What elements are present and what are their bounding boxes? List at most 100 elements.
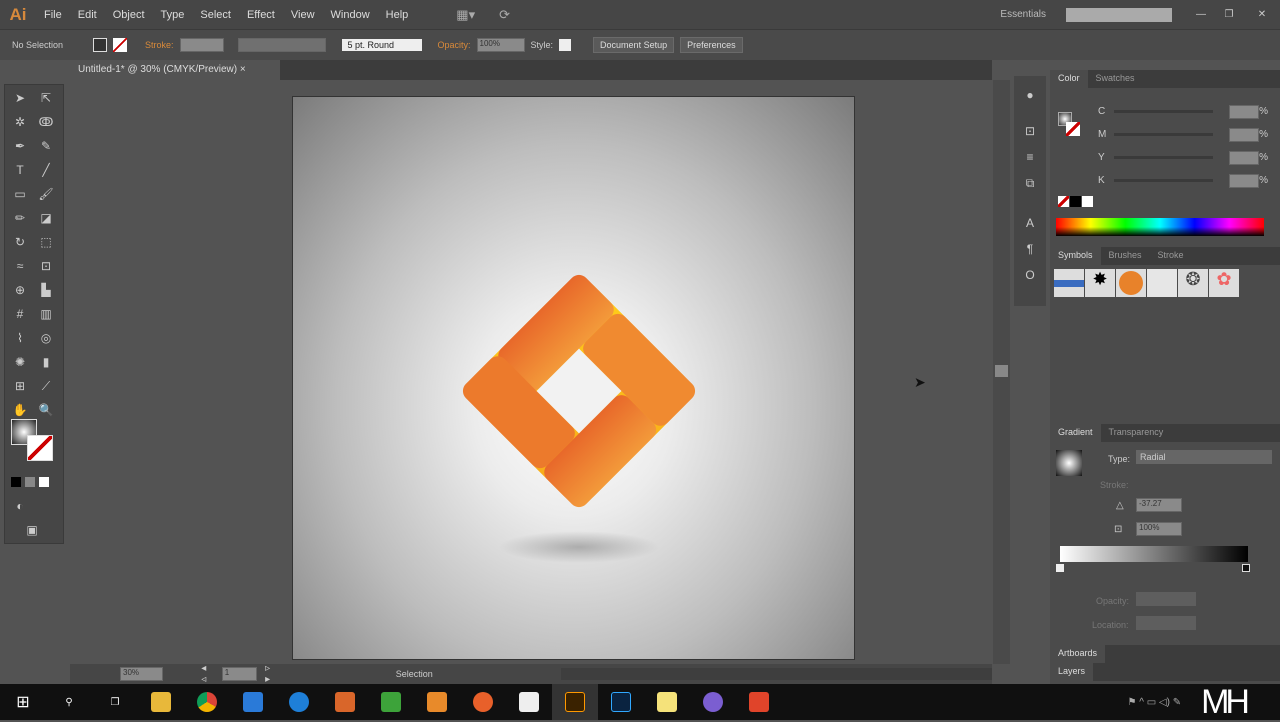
zoom-tool-icon[interactable]: 🔍 (37, 401, 55, 419)
search-input[interactable] (1066, 7, 1172, 22)
photoshop-icon[interactable] (598, 684, 644, 720)
paragraph-icon[interactable]: ¶ (1021, 240, 1039, 258)
menu-object[interactable]: Object (105, 9, 153, 21)
pencil-icon[interactable]: ✏ (11, 209, 29, 227)
tab-color[interactable]: Color (1050, 70, 1088, 88)
current-tool-status[interactable]: Selection (396, 669, 433, 679)
gradient-thumbnail[interactable] (1056, 450, 1082, 476)
pen-tool-icon[interactable]: ✒ (11, 137, 29, 155)
direct-selection-tool-icon[interactable]: ⇱ (37, 89, 55, 107)
stroke-weight-input[interactable] (179, 38, 224, 52)
symbol-blue-bar[interactable] (1054, 269, 1084, 297)
menu-edit[interactable]: Edit (70, 9, 105, 21)
eraser-icon[interactable]: ◪ (37, 209, 55, 227)
sticky-notes-icon[interactable] (644, 684, 690, 720)
vertical-scrollbar[interactable] (993, 80, 1010, 664)
pathfinder-icon[interactable]: ⧉ (1021, 174, 1039, 192)
curvature-icon[interactable]: ✎ (37, 137, 55, 155)
channel-c-input[interactable] (1229, 104, 1260, 119)
warp-icon[interactable]: ≈ (11, 257, 29, 275)
rectangle-tool-icon[interactable]: ▭ (11, 185, 29, 203)
stroke-color-swatch[interactable] (27, 435, 53, 461)
gradient-slider[interactable] (1060, 546, 1248, 562)
artboard-tool-icon[interactable]: ⊞ (11, 377, 29, 395)
tab-gradient[interactable]: Gradient (1050, 424, 1101, 442)
draw-mode-icon[interactable]: ◐ (11, 497, 29, 515)
document-setup-button[interactable]: Document Setup (593, 37, 675, 53)
channel-y-input[interactable] (1229, 150, 1260, 165)
app-icon-blue[interactable] (230, 684, 276, 720)
menu-type[interactable]: Type (153, 9, 193, 21)
logo-artwork[interactable] (293, 97, 856, 661)
menu-select[interactable]: Select (192, 9, 239, 21)
slice-icon[interactable]: ⟋ (37, 377, 55, 395)
opacity-input[interactable]: 100% (476, 38, 525, 52)
illustrator-taskbar-icon[interactable] (552, 684, 598, 720)
menu-window[interactable]: Window (323, 9, 378, 21)
graph-icon[interactable]: ▮ (37, 353, 55, 371)
symbol-sprayer-icon[interactable]: ✺ (11, 353, 29, 371)
hand-tool-icon[interactable]: ✋ (11, 401, 29, 419)
system-tray-icons[interactable]: ⚑ ^ ▭ ◁) ✎ (1127, 697, 1181, 708)
app-icon-orange[interactable] (322, 684, 368, 720)
close-tab-icon[interactable]: × (240, 64, 246, 75)
magic-wand-icon[interactable]: ✲ (11, 113, 29, 131)
document-tab[interactable]: Untitled-1* @ 30% (CMYK/Preview) × (70, 60, 280, 80)
symbol-splatter[interactable]: ✸ (1085, 269, 1115, 297)
viber-icon[interactable] (690, 684, 736, 720)
symbol-wreath[interactable]: ❂ (1178, 269, 1208, 297)
tab-stroke[interactable]: Stroke (1150, 247, 1192, 265)
color-mode-buttons[interactable] (11, 477, 55, 487)
gradient-type-select[interactable]: Radial (1136, 450, 1272, 464)
rotate-icon[interactable]: ↻ (11, 233, 29, 251)
gradient-tool-icon[interactable]: ▥ (37, 305, 55, 323)
menu-help[interactable]: Help (378, 9, 417, 21)
gradient-stop-white[interactable] (1056, 564, 1064, 572)
stroke-label[interactable]: Stroke: (145, 40, 174, 50)
character-icon[interactable]: A (1021, 214, 1039, 232)
variable-width-profile[interactable] (237, 38, 326, 52)
channel-c-slider[interactable] (1113, 110, 1214, 113)
tab-symbols[interactable]: Symbols (1050, 247, 1101, 265)
opacity-label[interactable]: Opacity: (438, 40, 471, 50)
stop-opacity-input[interactable] (1136, 592, 1196, 606)
restore-button[interactable]: ❐ (1214, 9, 1244, 20)
firefox-icon[interactable] (460, 684, 506, 720)
close-button[interactable]: ✕ (1244, 9, 1280, 20)
brush-definition[interactable]: 5 pt. Round (341, 39, 422, 51)
style-swatch[interactable] (559, 39, 572, 51)
stop-location-input[interactable] (1136, 616, 1196, 630)
align-icon[interactable]: ≡ (1021, 148, 1039, 166)
angle-input[interactable]: -37.27 (1136, 498, 1182, 512)
color-spectrum[interactable] (1056, 218, 1264, 236)
type-tool-icon[interactable]: T (11, 161, 29, 179)
artboard-nav-prev[interactable]: ◂ ◃ (201, 663, 214, 685)
menu-effect[interactable]: Effect (239, 9, 283, 21)
tab-transparency[interactable]: Transparency (1101, 424, 1172, 442)
workspace-switcher[interactable]: Essentials (1000, 9, 1046, 20)
symbol-orange-circle[interactable] (1116, 269, 1146, 297)
fill-swatch[interactable] (93, 38, 107, 52)
artboard[interactable] (292, 96, 855, 660)
gradient-stop-black[interactable] (1242, 564, 1250, 572)
scale-icon[interactable]: ⬚ (37, 233, 55, 251)
eyedropper-icon[interactable]: ⌇ (11, 329, 29, 347)
chrome-icon[interactable] (184, 684, 230, 720)
search-icon[interactable]: ⚲ (46, 684, 92, 720)
line-tool-icon[interactable]: ╱ (37, 161, 55, 179)
artboards-icon[interactable]: ⊡ (1021, 122, 1039, 140)
artboard-number-input[interactable]: 1 (221, 667, 258, 681)
preferences-button[interactable]: Preferences (680, 37, 743, 53)
arrange-icon[interactable]: ▦▾ (456, 7, 475, 23)
app-icon-amber[interactable] (414, 684, 460, 720)
tab-swatches[interactable]: Swatches (1088, 70, 1143, 88)
task-view-icon[interactable]: ❐ (92, 684, 138, 720)
lasso-icon[interactable]: ↂ (37, 113, 55, 131)
camtasia-icon[interactable] (368, 684, 414, 720)
menu-file[interactable]: File (36, 9, 70, 21)
channel-m-slider[interactable] (1113, 133, 1214, 136)
paintbrush-icon[interactable]: 🖌 (37, 185, 55, 203)
perspective-icon[interactable]: ▙ (37, 281, 55, 299)
free-transform-icon[interactable]: ⊡ (37, 257, 55, 275)
selection-tool-icon[interactable]: ➤ (11, 89, 29, 107)
